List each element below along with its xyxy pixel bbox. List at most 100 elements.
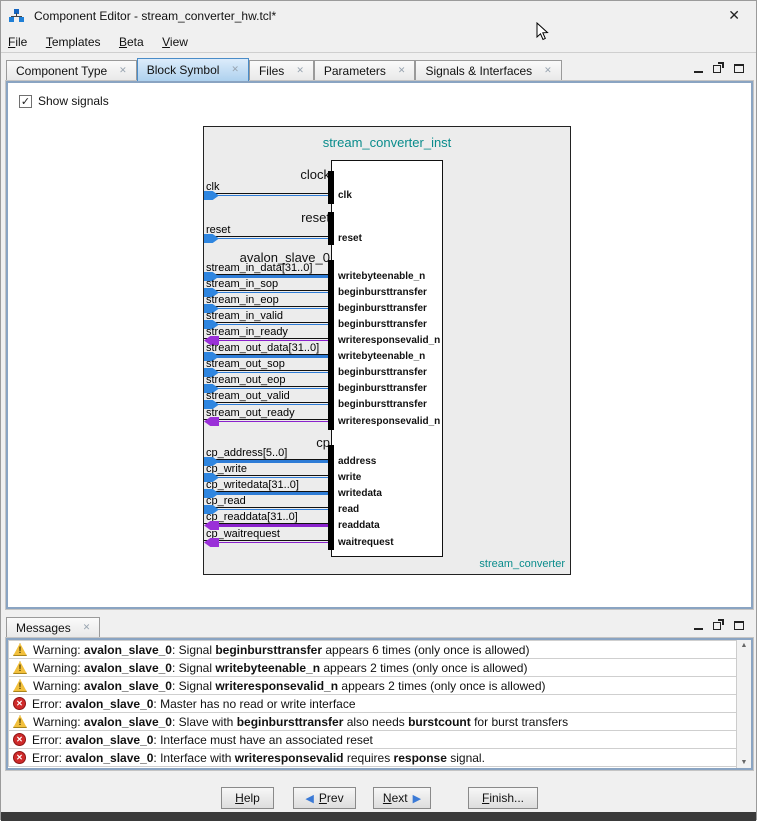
port-label: stream_out_sop <box>206 358 285 370</box>
show-signals-checkbox[interactable]: ✓ <box>19 95 32 108</box>
block-symbol-panel: ✓ Show signals stream_converter_inst str… <box>6 81 753 609</box>
editor-tab-bar: Component Type ✕ Block Symbol ✕ Files ✕ … <box>6 58 562 81</box>
port-label: cp_address[5..0] <box>206 447 287 459</box>
internal-signal-label: beginbursttransfer <box>338 287 427 298</box>
port-label: stream_out_eop <box>206 374 286 386</box>
tab-close-icon[interactable]: ✕ <box>296 65 304 76</box>
menu-file[interactable]: File <box>1 31 34 52</box>
help-button[interactable]: Help <box>221 787 274 809</box>
interface-bar-cp <box>328 445 334 550</box>
interface-bar-reset <box>328 212 334 245</box>
error-icon: ✕ <box>13 697 26 710</box>
prev-button[interactable]: ◀ Prev <box>293 787 356 809</box>
maximize-icon[interactable] <box>734 64 744 73</box>
message-row[interactable]: ! Warning: avalon_slave_0: Signal writer… <box>8 676 738 695</box>
tab-close-icon[interactable]: ✕ <box>398 65 406 76</box>
warning-icon: ! <box>13 661 27 674</box>
tab-label: Signals & Interfaces <box>425 64 532 78</box>
title-bar: Component Editor - stream_converter_hw.t… <box>1 1 756 31</box>
tab-component-type[interactable]: Component Type ✕ <box>6 60 137 81</box>
messages-panel: ! Warning: avalon_slave_0: Signal beginb… <box>6 638 753 770</box>
next-button[interactable]: Next ▶ <box>373 787 431 809</box>
internal-signal-label: beginbursttransfer <box>338 383 427 394</box>
internal-signal-label: address <box>338 456 376 467</box>
finish-button[interactable]: Finish... <box>468 787 538 809</box>
menu-bar: File Templates Beta View <box>1 31 756 53</box>
port-label: stream_out_valid <box>206 390 290 402</box>
interface-bar-clock <box>328 171 334 204</box>
warning-icon: ! <box>13 715 27 728</box>
show-signals-label: Show signals <box>38 94 109 108</box>
message-text: Warning: avalon_slave_0: Slave with begi… <box>33 715 568 729</box>
message-row[interactable]: ! Warning: avalon_slave_0: Signal beginb… <box>8 640 738 659</box>
internal-signal-label: beginbursttransfer <box>338 319 427 330</box>
internal-signal-label: writedata <box>338 488 382 499</box>
internal-signal-label: writeresponsevalid_n <box>338 416 440 427</box>
internal-signal-label: beginbursttransfer <box>338 399 427 410</box>
instance-name-label: stream_converter_inst <box>204 135 570 150</box>
port-label: stream_out_data[31..0] <box>206 342 319 354</box>
float-window-icon[interactable] <box>713 65 721 73</box>
message-row[interactable]: ✕ Error: avalon_slave_0: Interface must … <box>8 730 738 749</box>
window-title: Component Editor - stream_converter_hw.t… <box>34 9 276 23</box>
message-row[interactable]: ! Warning: avalon_slave_0: Signal writeb… <box>8 658 738 677</box>
message-row[interactable]: ! Warning: avalon_slave_0: Slave with be… <box>8 712 738 731</box>
port-label: cp_readdata[31..0] <box>206 511 298 523</box>
tab-parameters[interactable]: Parameters ✕ <box>314 60 416 81</box>
internal-signal-label: clk <box>338 190 352 201</box>
wire <box>210 542 331 543</box>
port-label: stream_out_ready <box>206 407 295 419</box>
minimize-icon[interactable] <box>694 64 703 73</box>
internal-signal-label: writebyteenable_n <box>338 351 425 362</box>
block-symbol-diagram[interactable]: stream_converter_inst stream_converter c… <box>203 126 571 575</box>
port-label: stream_in_eop <box>206 294 279 306</box>
port-label: stream_in_sop <box>206 278 278 290</box>
app-icon <box>9 9 25 23</box>
internal-signal-label: beginbursttransfer <box>338 303 427 314</box>
maximize-icon[interactable] <box>734 621 744 630</box>
message-text: Error: avalon_slave_0: Interface must ha… <box>32 733 373 747</box>
internal-signal-label: waitrequest <box>338 537 394 548</box>
interface-bar-avalon-slave-0 <box>328 260 334 430</box>
menu-beta[interactable]: Beta <box>112 31 151 52</box>
message-row[interactable]: ✕ Error: avalon_slave_0: Interface with … <box>8 748 738 767</box>
messages-panel-controls <box>694 621 744 630</box>
messages-scrollbar[interactable]: ▲ ▼ <box>736 640 751 768</box>
float-window-icon[interactable] <box>713 622 721 630</box>
internal-signal-label: readdata <box>338 520 380 531</box>
tab-label: Block Symbol <box>147 63 220 77</box>
tab-close-icon[interactable]: ✕ <box>544 65 552 76</box>
tab-close-icon[interactable]: ✕ <box>119 65 127 76</box>
message-row[interactable]: ✕ Error: avalon_slave_0: Master has no r… <box>8 694 738 713</box>
scroll-down-icon[interactable]: ▼ <box>737 759 751 766</box>
message-text: Warning: avalon_slave_0: Signal beginbur… <box>33 643 529 657</box>
window-close-icon[interactable]: ✕ <box>728 7 740 24</box>
internal-signal-label: writeresponsevalid_n <box>338 335 440 346</box>
minimize-icon[interactable] <box>694 621 703 630</box>
message-text: Warning: avalon_slave_0: Signal writebyt… <box>33 661 527 675</box>
tab-close-icon[interactable]: ✕ <box>83 622 91 633</box>
menu-templates[interactable]: Templates <box>39 31 108 52</box>
port-row: stream_out_ready <box>204 405 331 425</box>
check-icon: ✓ <box>21 95 30 108</box>
tab-messages[interactable]: Messages ✕ <box>6 617 100 638</box>
menu-view[interactable]: View <box>155 31 195 52</box>
port-label: stream_in_data[31..0] <box>206 262 312 274</box>
error-icon: ✕ <box>13 733 26 746</box>
scroll-up-icon[interactable]: ▲ <box>737 642 751 649</box>
tab-label: Parameters <box>324 64 386 78</box>
tab-label: Component Type <box>16 64 107 78</box>
tab-files[interactable]: Files ✕ <box>249 60 314 81</box>
internal-signal-label: writebyteenable_n <box>338 271 425 282</box>
show-signals-row: ✓ Show signals <box>19 94 109 108</box>
component-name-label: stream_converter <box>479 558 565 570</box>
mouse-cursor <box>536 22 549 41</box>
component-editor-window: { "window": { "title": "Component Editor… <box>0 0 757 820</box>
internal-signal-label: beginbursttransfer <box>338 367 427 378</box>
tab-block-symbol[interactable]: Block Symbol ✕ <box>137 58 249 81</box>
tab-signals-interfaces[interactable]: Signals & Interfaces ✕ <box>415 60 561 81</box>
error-icon: ✕ <box>13 751 26 764</box>
message-text: Error: avalon_slave_0: Interface with wr… <box>32 751 485 765</box>
prev-arrow-icon: ◀ <box>305 792 313 805</box>
tab-close-icon[interactable]: ✕ <box>231 64 239 75</box>
